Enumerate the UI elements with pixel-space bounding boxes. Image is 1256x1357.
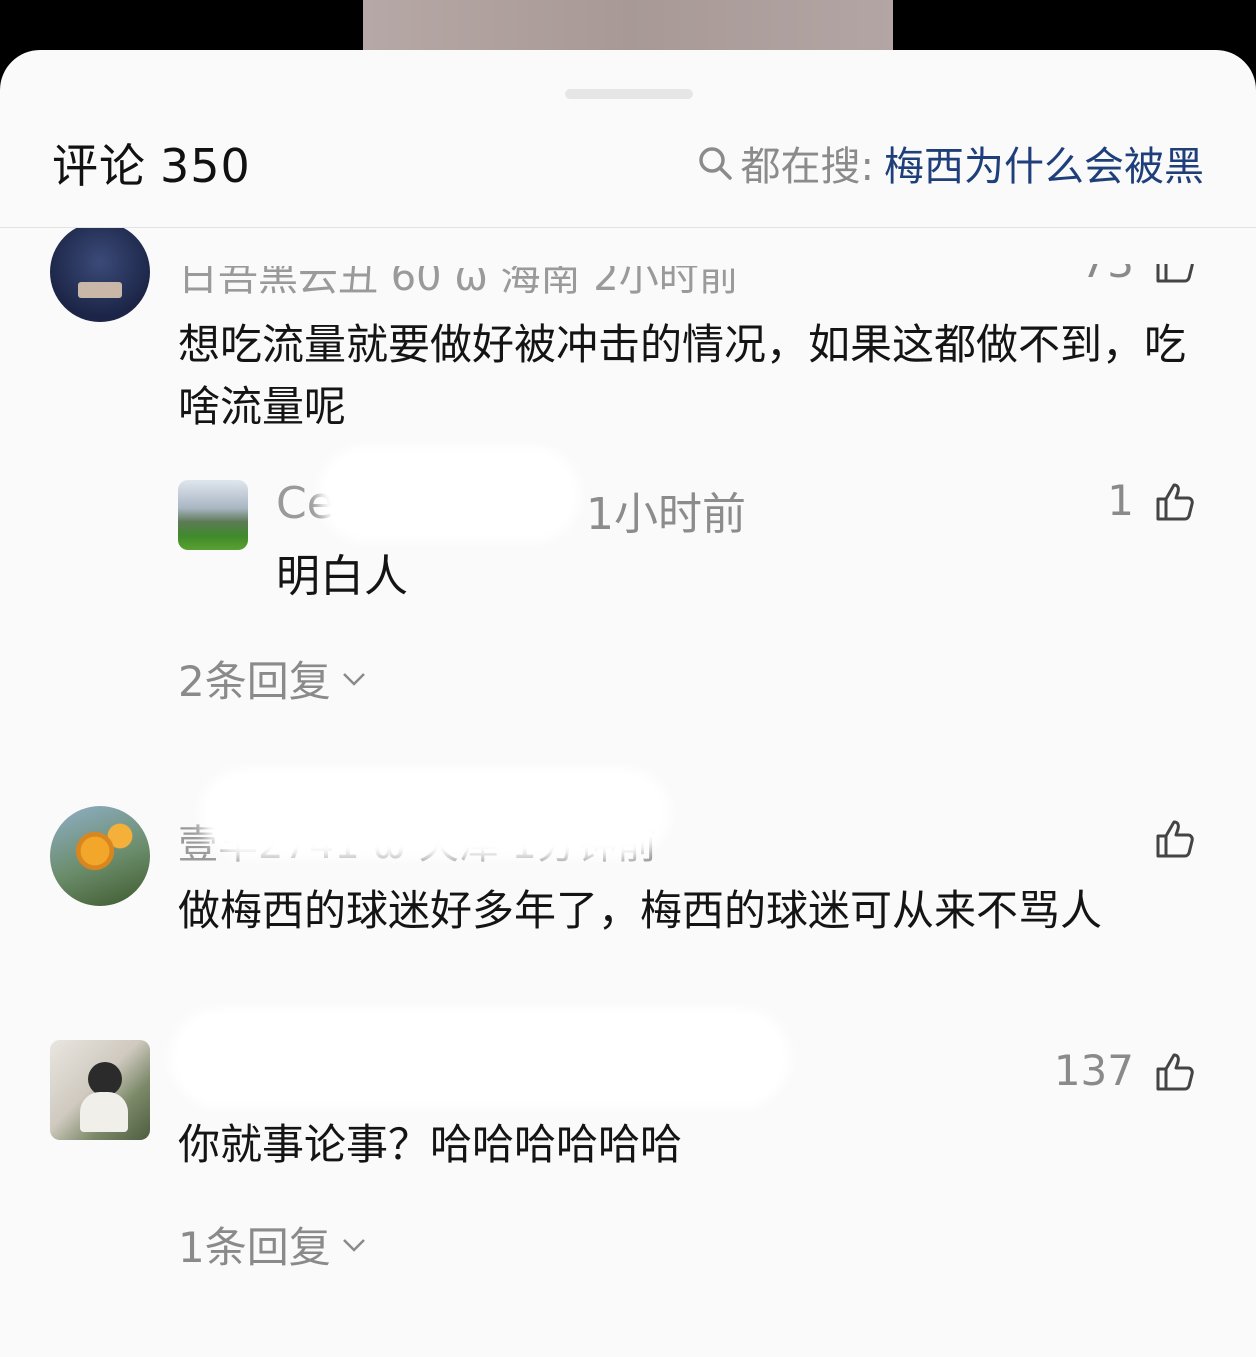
reply-text: 明白人 [276,551,408,602]
trending-search[interactable]: 都在搜: 梅西为什么会被黑 [697,134,1204,192]
like-button[interactable] [1134,814,1200,862]
comments-title-label: 评论 [52,139,146,193]
chevron-down-icon [342,1238,365,1252]
reply-like-count: 1 [1107,476,1134,525]
replies-label: 2条回复 [178,657,331,706]
drag-handle[interactable] [565,89,693,99]
replies-label: 1条回复 [178,1223,331,1272]
avatar[interactable] [50,806,150,906]
comment-list[interactable]: 日吾黑云丑 60 ω 海南 2小时前 73 想吃流量就要做好被冲击的情况，如果这… [0,228,1256,1307]
comments-title: 评论 350 [52,130,251,196]
like-button[interactable]: 137 [1054,1046,1200,1095]
expand-replies-button[interactable]: 2条回复 [178,648,369,709]
like-count: 73 [1080,238,1134,287]
comment-text: 做梅西的球迷好多年了，梅西的球迷可从来不骂人 [178,886,1103,935]
reply-avatar[interactable] [178,480,248,550]
like-count: 137 [1053,1046,1134,1095]
expand-replies-button[interactable]: 1条回复 [178,1214,369,1275]
comments-count: 350 [160,139,251,193]
redaction-mark [170,1008,790,1108]
search-term-link[interactable]: 梅西为什么会被黑 [884,134,1204,192]
redaction-mark [200,768,670,858]
avatar[interactable] [50,1040,150,1140]
thumbs-up-icon [1156,1053,1194,1090]
thumbs-up-icon [1156,820,1194,858]
search-prefix: 都在搜: [740,144,874,190]
chevron-down-icon [342,672,365,686]
comment-meta: 日吾黑云丑 60 ω 海南 2小时前 [178,254,739,302]
redaction-mark [318,446,580,542]
comment-text: 你就事论事？哈哈哈哈哈哈 [178,1120,683,1169]
comment-meta-text: 日吾黑云丑 60 ω 海南 2小时前 [178,254,739,300]
comment-text: 想吃流量就要做好被冲击的情况，如果这都做不到，吃啥流量呢 [178,320,1187,431]
reply-time: 1小时前 [586,489,746,540]
comments-header: 评论 350 都在搜: 梅西为什么会被黑 [0,100,1256,228]
thumbs-up-icon [1156,264,1194,282]
like-button[interactable]: 73 [1080,238,1200,287]
reply-like-button[interactable]: 1 [1107,476,1200,525]
search-icon [698,147,732,180]
avatar[interactable] [50,228,150,322]
thumbs-up-icon [1156,483,1194,520]
